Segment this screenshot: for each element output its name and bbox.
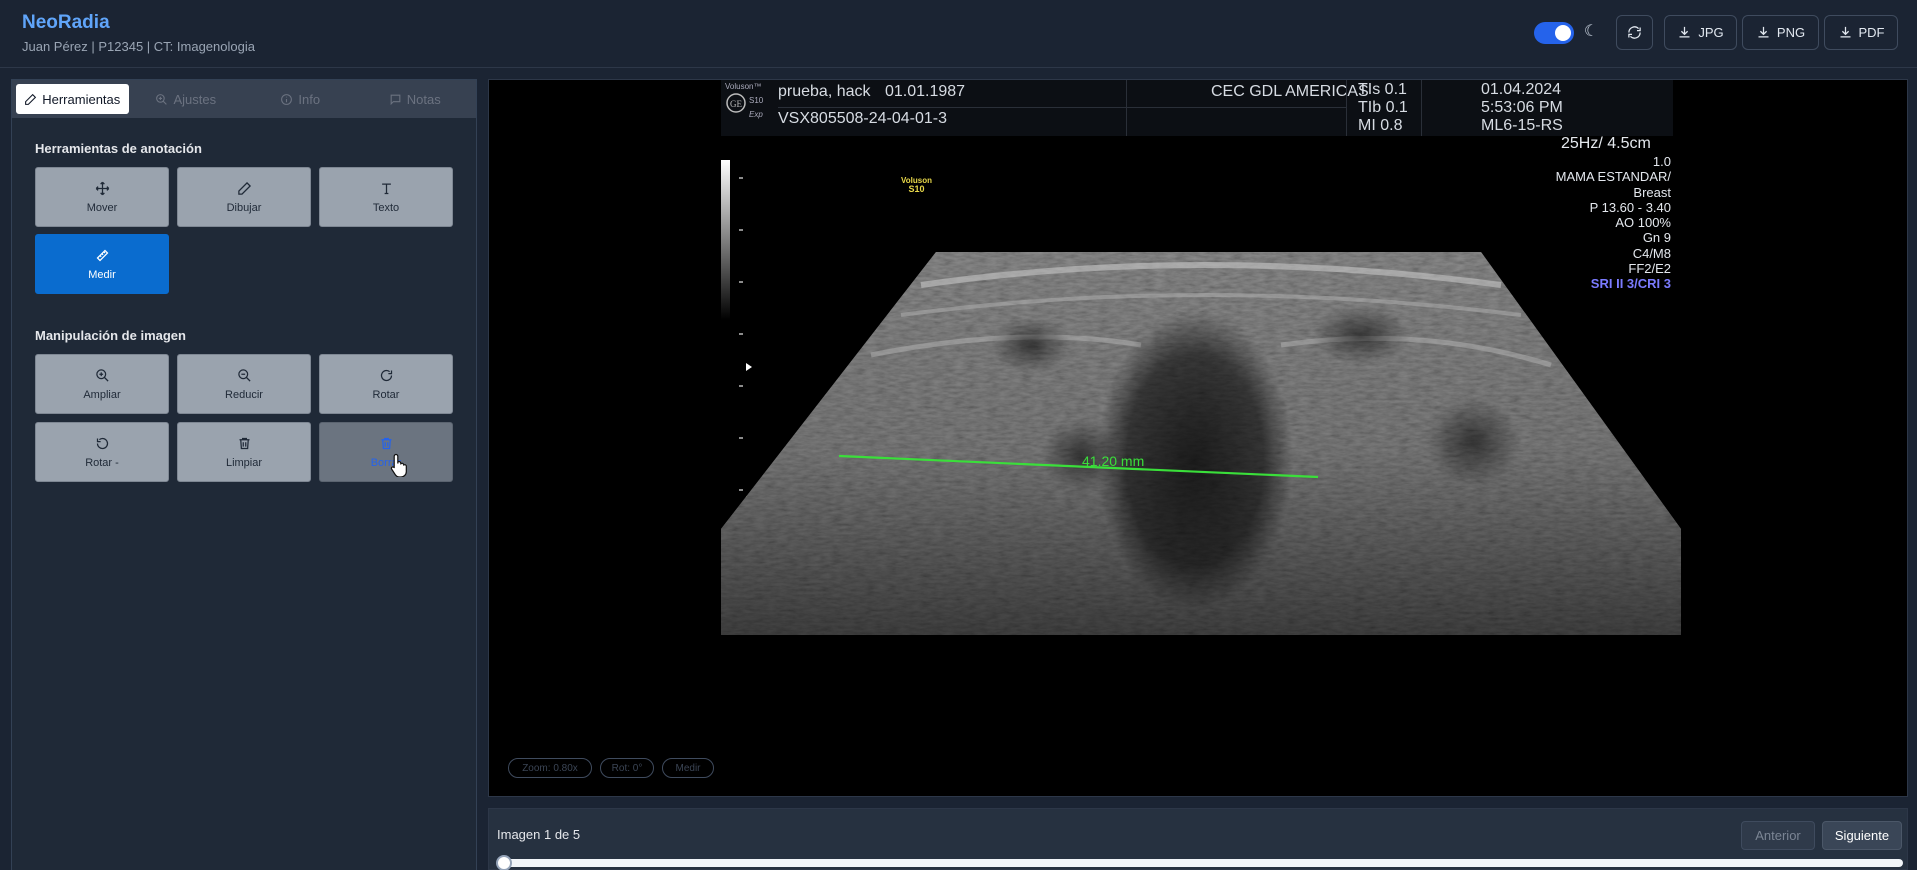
tab-label: Notas — [406, 91, 441, 107]
pencil-icon — [25, 93, 37, 105]
ultrasound-header: Voluson™ GE S10 Exp prueba, hack 01.01.1… — [721, 80, 1673, 136]
tab-notas[interactable]: Notas — [358, 84, 473, 114]
refresh-button[interactable] — [1616, 15, 1653, 50]
exam-time: 5:53:06 PM — [1481, 99, 1563, 116]
tool-label: Limpiar — [225, 456, 263, 469]
tool-label: Dibujar — [226, 201, 262, 214]
tool-rotar-button[interactable]: Rotar — [319, 354, 453, 414]
tab-label: Info — [298, 91, 321, 107]
panel-tabs: Herramientas Ajustes Info Notas — [12, 80, 476, 118]
download-pdf-button[interactable]: PDF — [1824, 15, 1898, 50]
tool-rotar-neg-button[interactable]: Rotar - — [35, 422, 169, 482]
tool-mover-button[interactable]: Mover — [35, 167, 169, 227]
download-pdf-label: PDF — [1858, 25, 1885, 40]
download-icon — [1840, 26, 1850, 38]
text-icon — [381, 183, 391, 194]
svg-text:GE: GE — [730, 99, 742, 109]
tis-value: TIs 0.1 — [1358, 81, 1407, 98]
exam-date: 01.04.2024 — [1481, 81, 1562, 98]
trash-icon — [239, 437, 249, 449]
move-icon — [95, 181, 109, 195]
tool-ampliar-button[interactable]: Ampliar — [35, 354, 169, 414]
patient-dob: 01.01.1987 — [885, 83, 966, 100]
download-png-button[interactable]: PNG — [1742, 15, 1819, 50]
measurement-label: 41.20 mm — [1082, 453, 1145, 469]
zoom-icon — [156, 93, 168, 105]
rotation-chip: Rot: 0° — [600, 758, 654, 778]
ruler-icon — [96, 249, 108, 261]
tab-herramientas[interactable]: Herramientas — [16, 84, 129, 114]
tool-limpiar-button[interactable]: Limpiar — [177, 422, 311, 482]
tab-label: Ajustes — [173, 91, 217, 107]
rotate-cw-icon — [380, 369, 392, 381]
tool-texto-button[interactable]: Texto — [319, 167, 453, 227]
badge-line: S10 — [908, 184, 925, 194]
trash-icon — [381, 437, 391, 449]
download-jpg-button[interactable]: JPG — [1664, 15, 1737, 50]
tab-ajustes[interactable]: Ajustes — [129, 84, 244, 114]
download-png-label: PNG — [1776, 25, 1806, 40]
zoom-in-icon — [95, 368, 109, 382]
image-counter: Imagen 1 de 5 — [497, 827, 581, 842]
image-tools-title: Manipulación de imagen — [35, 328, 186, 343]
image-viewer[interactable]: Voluson™ GE S10 Exp prueba, hack 01.01.1… — [488, 79, 1908, 797]
tool-label: Rotar — [372, 388, 400, 401]
patient-name: prueba, hack — [778, 83, 871, 100]
hand-cursor-icon — [390, 453, 407, 477]
tool-label: Ampliar — [83, 388, 121, 401]
info-icon — [281, 93, 293, 105]
tool-chip: Medir — [662, 758, 714, 778]
param-line: 1.0 — [1652, 154, 1671, 169]
annotation-tools-title: Herramientas de anotación — [35, 141, 202, 156]
tool-borrar-button[interactable]: Borrar — [319, 422, 453, 482]
previous-button[interactable]: Anterior — [1741, 821, 1815, 850]
tool-label: Texto — [372, 201, 400, 214]
brand-exp: Exp — [749, 110, 763, 119]
voluson-brand: Voluson™ — [725, 82, 761, 91]
probe-name: ML6-15-RS — [1481, 117, 1563, 134]
download-icon — [1758, 26, 1769, 38]
zoom-out-icon — [237, 368, 251, 382]
tool-label: Rotar - — [85, 456, 119, 469]
brand-model: S10 — [749, 96, 764, 105]
ge-logo-icon: GE — [726, 93, 746, 113]
chat-icon — [390, 94, 401, 105]
pencil-icon — [237, 181, 251, 195]
dark-mode-toggle[interactable] — [1534, 22, 1574, 44]
brand-line: Voluson™ — [725, 82, 762, 91]
study-id: VSX805508-24-04-01-3 — [778, 110, 948, 127]
mi-value: MI 0.8 — [1358, 117, 1403, 134]
ultrasound-image — [721, 252, 1681, 635]
voluson-badge: Voluson S10 — [901, 176, 932, 194]
app-brand: NeoRadia — [22, 12, 110, 33]
navigation-bar: Imagen 1 de 5 Anterior Siguiente — [488, 808, 1908, 870]
tool-label: Medir — [88, 268, 116, 281]
tib-value: TIb 0.1 — [1358, 99, 1408, 116]
tab-label: Herramientas — [42, 91, 121, 107]
download-icon — [1679, 26, 1690, 38]
image-slider-thumb[interactable] — [496, 855, 512, 870]
app-header: NeoRadia Juan Pérez | P12345 | CT: Image… — [0, 0, 1917, 68]
zoom-chip: Zoom: 0.80x — [508, 758, 592, 778]
rotate-ccw-icon — [96, 437, 108, 449]
moon-icon: ☾ — [1583, 23, 1599, 40]
freq-depth: 25Hz/ 4.5cm — [1561, 135, 1651, 152]
download-jpg-label: JPG — [1698, 25, 1724, 40]
tool-medir-button[interactable]: Medir — [35, 234, 169, 294]
refresh-icon — [1628, 26, 1641, 39]
tool-dibujar-button[interactable]: Dibujar — [177, 167, 311, 227]
tool-label: Reducir — [225, 388, 263, 401]
patient-subtitle: Juan Pérez | P12345 | CT: Imagenologia — [22, 39, 255, 54]
tool-label: Mover — [86, 201, 118, 214]
image-slider-track[interactable] — [501, 859, 1903, 867]
tool-reducir-button[interactable]: Reducir — [177, 354, 311, 414]
tab-info[interactable]: Info — [243, 84, 358, 114]
next-button[interactable]: Siguiente — [1822, 821, 1902, 850]
